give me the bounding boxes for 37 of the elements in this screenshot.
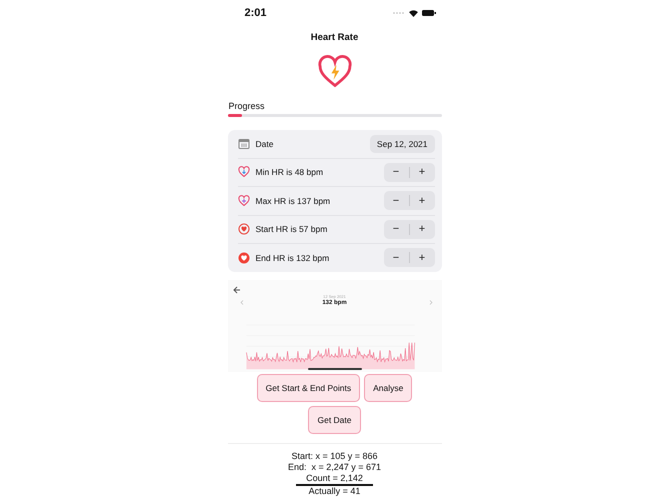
back-arrow-icon[interactable] [232,286,240,294]
status-time: 2:01 [244,7,267,19]
chevron-right-icon[interactable] [428,300,432,304]
increment-button[interactable]: + [410,162,434,182]
chevron-left-icon[interactable] [240,300,244,304]
decrement-button[interactable]: − [384,162,408,182]
increment-button[interactable]: + [410,248,434,268]
heart-rate-label: End HR is 132 bpm [256,252,330,263]
result-text: Start: x = 105 y = 866 [291,450,378,462]
result-text: End: x = 2,247 y = 671 [288,462,382,472]
increment-button[interactable]: + [410,220,434,239]
result-text: Count = 2,142 [296,472,373,486]
decrement-button[interactable]: − [384,191,408,210]
heart-plus-icon [238,194,250,207]
action-button[interactable]: Get Start & End Points [256,374,360,402]
decrement-button[interactable]: − [384,220,408,239]
date-label: Date [256,138,274,149]
increment-button[interactable]: + [410,191,434,210]
home-indicator [308,368,362,370]
result-text: Actually = 41 [308,486,360,496]
heart-rate-label: Max HR is 137 bpm [256,196,332,206]
heart-rate-label: Min HR is 48 bpm [256,167,324,178]
screen-title: Heart Rate [310,32,358,43]
date-picker[interactable]: Sep 12, 2021 [370,134,434,153]
signal-icon [392,11,404,15]
heart-rate-label: Start HR is 57 bpm [256,224,328,234]
action-button[interactable]: Get Date [308,406,361,434]
calendar-icon [238,138,250,150]
decrement-button[interactable]: − [384,248,408,268]
wifi-icon [408,10,418,16]
heart-circle-icon [238,223,250,236]
heart-circle-filled-icon [238,252,250,264]
action-button[interactable]: Analyse [364,374,412,402]
heart-down-arrow-icon [238,166,250,178]
progress-label: Progress [228,101,265,111]
battery-icon [422,10,436,16]
heart-lightning-icon [318,55,352,89]
